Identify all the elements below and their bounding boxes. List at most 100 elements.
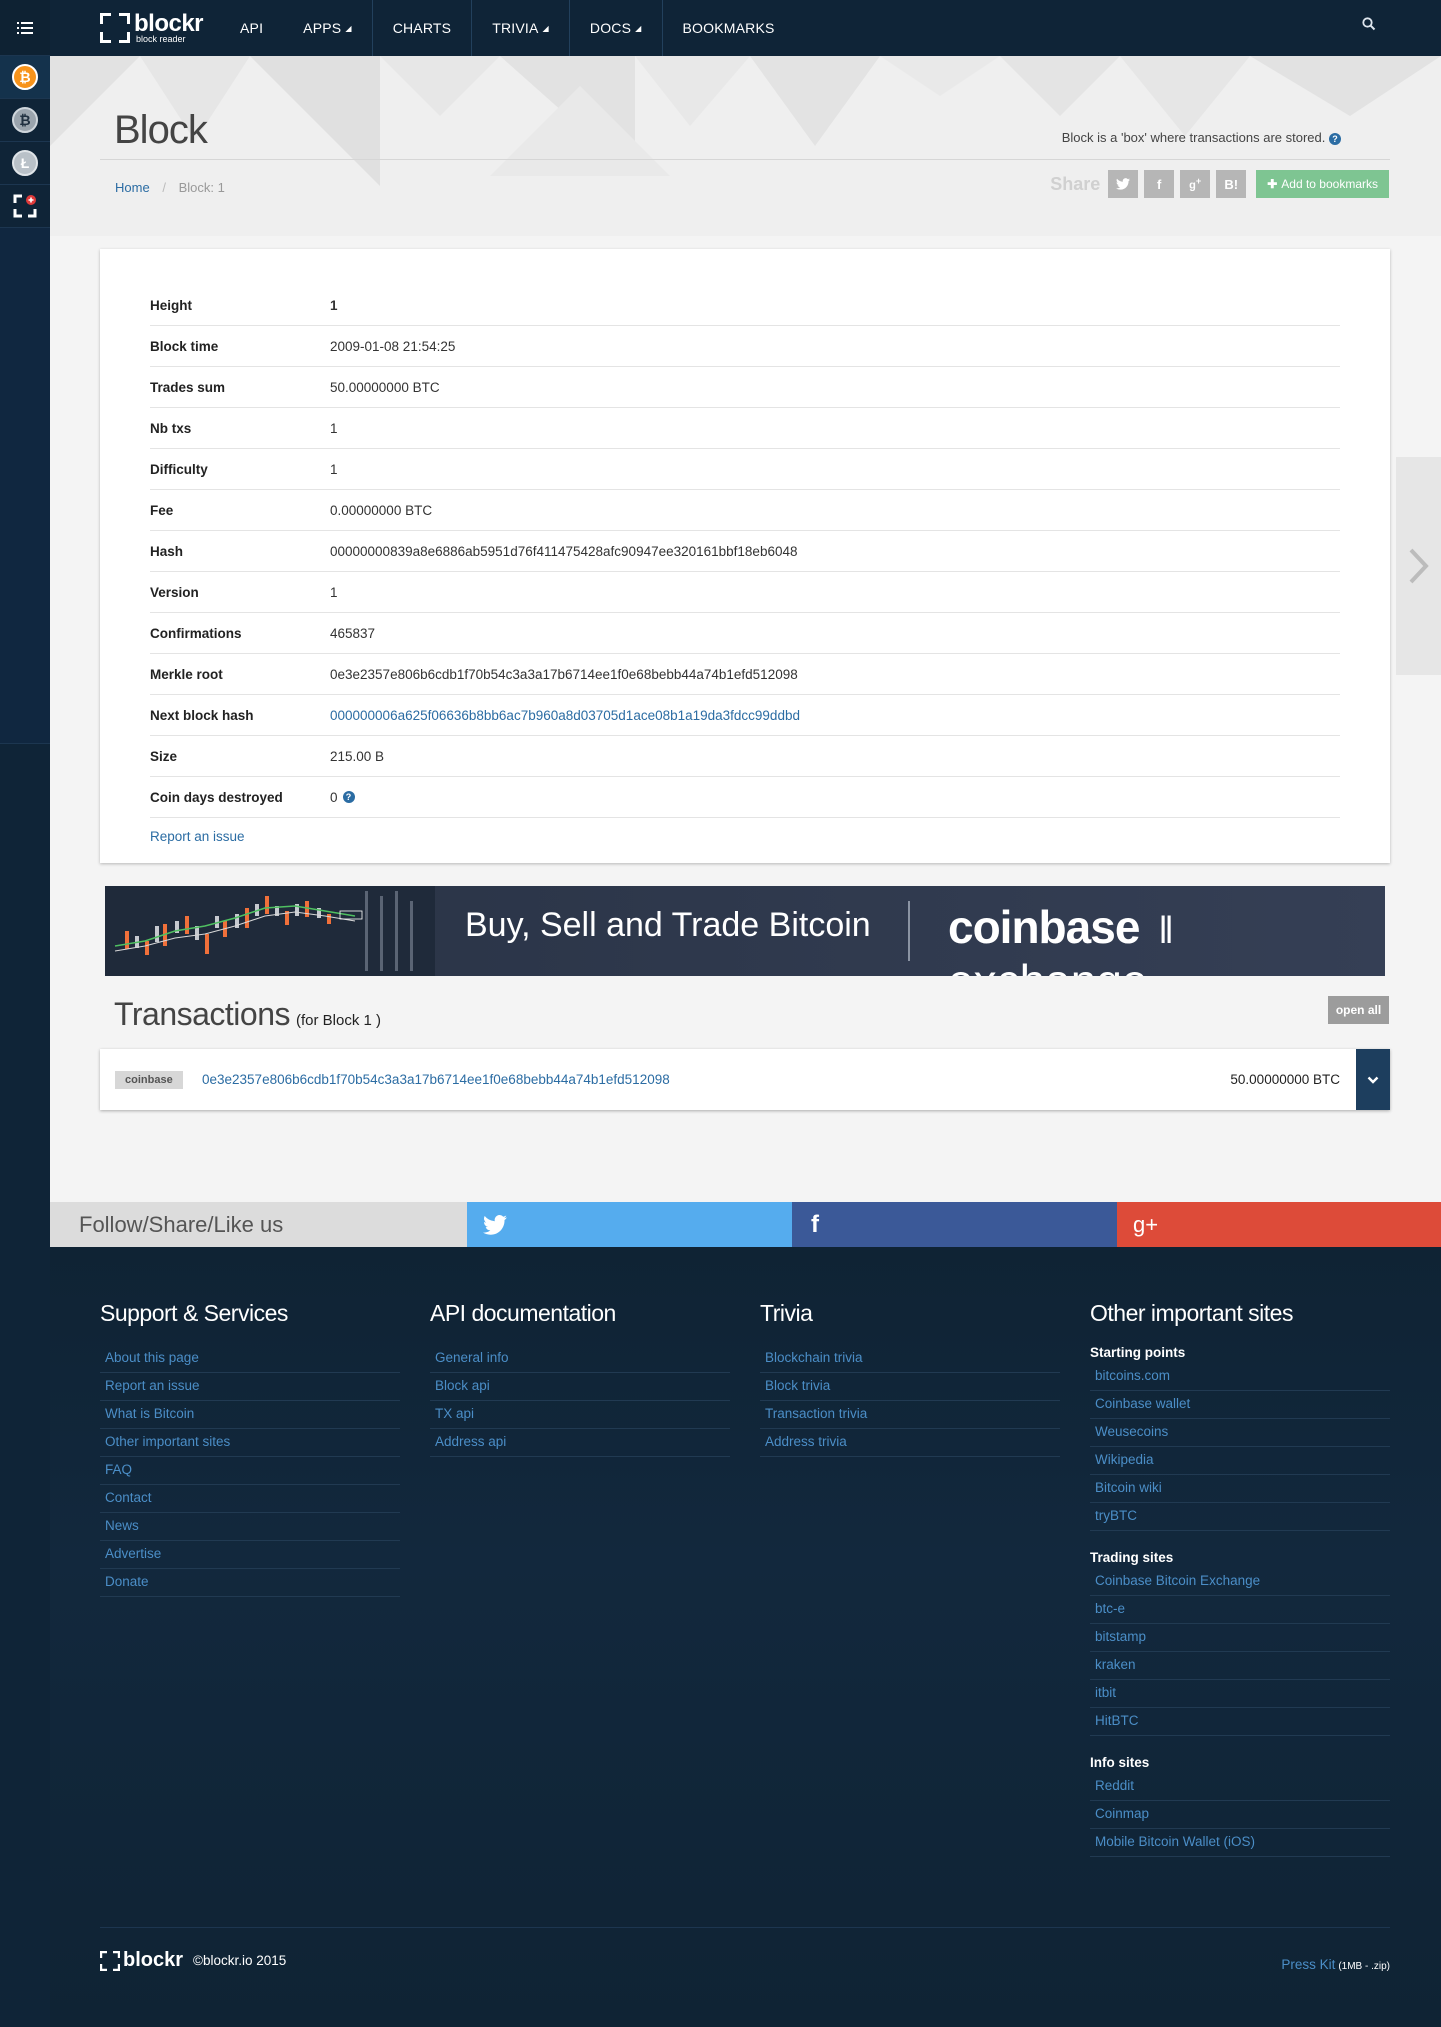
footer-link[interactable]: Weusecoins bbox=[1090, 1419, 1390, 1447]
share-facebook-button[interactable]: f bbox=[1144, 170, 1175, 198]
sidebar-menu-button[interactable] bbox=[0, 0, 50, 56]
transaction-amount: 50.00000000 BTC bbox=[1230, 1072, 1340, 1087]
footer-link[interactable]: Address api bbox=[430, 1429, 730, 1457]
gear-coin-icon: ₿ bbox=[12, 107, 38, 133]
share-hatena-button[interactable]: B! bbox=[1216, 170, 1247, 198]
press-kit-label: Press Kit bbox=[1281, 1957, 1336, 1972]
footer-link[interactable]: What is Bitcoin bbox=[100, 1401, 400, 1429]
nav-docs[interactable]: DOCS ◢ bbox=[570, 0, 663, 56]
sidebar-item-blockr-add[interactable] bbox=[0, 185, 50, 228]
footer-link[interactable]: Wikipedia bbox=[1090, 1447, 1390, 1475]
footer-link[interactable]: General info bbox=[430, 1345, 730, 1373]
footer-link[interactable]: FAQ bbox=[100, 1457, 400, 1485]
footer: Support & Services About this page Repor… bbox=[50, 1247, 1441, 2027]
footer-link[interactable]: Mobile Bitcoin Wallet (iOS) bbox=[1090, 1829, 1390, 1857]
footer-link[interactable]: Coinbase wallet bbox=[1090, 1391, 1390, 1419]
detail-value: 0e3e2357e806b6cdb1f70b54c3a3a17b6714ee1f… bbox=[330, 666, 798, 682]
detail-row-height: Height 1 bbox=[150, 285, 1340, 326]
facebook-like-button[interactable]: f bbox=[792, 1202, 1117, 1247]
detail-label: Block time bbox=[150, 338, 219, 354]
footer-link[interactable]: tryBTC bbox=[1090, 1503, 1390, 1531]
footer-link[interactable]: Transaction trivia bbox=[760, 1401, 1060, 1429]
nav-charts-label: CHARTS bbox=[392, 20, 452, 36]
detail-row-hash: Hash 00000000839a8e6886ab5951d76f4114754… bbox=[150, 531, 1340, 572]
detail-label: Version bbox=[150, 584, 199, 600]
coinbase-ad-banner[interactable]: Buy, Sell and Trade Bitcoin coinbase ‖ e… bbox=[105, 886, 1385, 976]
transaction-type-badge: coinbase bbox=[115, 1071, 183, 1089]
list-icon bbox=[17, 21, 33, 34]
next-block-button[interactable] bbox=[1396, 457, 1441, 675]
detail-label: Hash bbox=[150, 543, 184, 559]
footer-logo[interactable]: blockr ©blockr.io 2015 bbox=[100, 1949, 286, 1972]
footer-link[interactable]: Other important sites bbox=[100, 1429, 400, 1457]
detail-label: Coin days destroyed bbox=[150, 789, 283, 805]
footer-link[interactable]: Address trivia bbox=[760, 1429, 1060, 1457]
google-plus-button[interactable]: g+ bbox=[1117, 1202, 1441, 1247]
open-all-button[interactable]: open all bbox=[1328, 996, 1389, 1024]
footer-link[interactable]: Coinbase Bitcoin Exchange bbox=[1090, 1568, 1390, 1596]
footer-link[interactable]: bitcoins.com bbox=[1090, 1363, 1390, 1391]
footer-link[interactable]: Report an issue bbox=[100, 1373, 400, 1401]
detail-row-size: Size 215.00 B bbox=[150, 736, 1340, 777]
nav-bookmarks[interactable]: BOOKMARKS bbox=[663, 0, 795, 56]
footer-link[interactable]: Advertise bbox=[100, 1541, 400, 1569]
footer-link[interactable]: kraken bbox=[1090, 1652, 1390, 1680]
detail-row-coin-days-destroyed: Coin days destroyed 0 ? bbox=[150, 777, 1340, 818]
footer-link[interactable]: HitBTC bbox=[1090, 1708, 1390, 1736]
share-twitter-button[interactable] bbox=[1108, 170, 1139, 198]
press-kit-link[interactable]: Press Kit (1MB - .zip) bbox=[1281, 1957, 1390, 1972]
nav-trivia[interactable]: TRIVIA ◢ bbox=[472, 0, 570, 56]
sidebar-item-litecoin[interactable]: Ł bbox=[0, 142, 50, 185]
breadcrumb-home[interactable]: Home bbox=[115, 180, 150, 195]
nav-charts[interactable]: CHARTS bbox=[373, 0, 473, 56]
google-plus-icon: g+ bbox=[1189, 176, 1202, 192]
footer-link[interactable]: btc-e bbox=[1090, 1596, 1390, 1624]
footer-link[interactable]: Blockchain trivia bbox=[760, 1345, 1060, 1373]
footer-link[interactable]: Contact bbox=[100, 1485, 400, 1513]
footer-link[interactable]: itbit bbox=[1090, 1680, 1390, 1708]
footer-link[interactable]: Bitcoin wiki bbox=[1090, 1475, 1390, 1503]
sidebar-item-bitcoin[interactable]: ₿ bbox=[0, 56, 50, 99]
search-button[interactable] bbox=[1362, 17, 1376, 36]
sidebar-item-gear-coin[interactable]: ₿ bbox=[0, 99, 50, 142]
report-issue-link[interactable]: Report an issue bbox=[150, 829, 245, 844]
social-bar: Follow/Share/Like us f g+ bbox=[50, 1202, 1441, 1247]
nav-apps[interactable]: APPS ◢ bbox=[283, 0, 373, 56]
breadcrumb-current: Block: 1 bbox=[178, 180, 225, 195]
add-to-bookmarks-button[interactable]: ✚ Add to bookmarks bbox=[1256, 170, 1389, 198]
footer-link[interactable]: Reddit bbox=[1090, 1773, 1390, 1801]
ad-brand-divider-icon: ‖ bbox=[1158, 910, 1174, 952]
caret-up-icon: ◢ bbox=[542, 23, 549, 33]
page-title: Block bbox=[114, 108, 208, 152]
nav-api[interactable]: API bbox=[240, 0, 283, 56]
question-icon[interactable]: ? bbox=[1329, 133, 1341, 145]
footer-link[interactable]: Block api bbox=[430, 1373, 730, 1401]
blockr-logo[interactable]: blockr block reader bbox=[50, 0, 240, 56]
chevron-down-icon bbox=[1367, 1076, 1379, 1084]
nav-bookmarks-label: BOOKMARKS bbox=[682, 20, 775, 36]
footer-link[interactable]: Coinmap bbox=[1090, 1801, 1390, 1829]
question-icon[interactable]: ? bbox=[342, 791, 355, 803]
footer-link[interactable]: bitstamp bbox=[1090, 1624, 1390, 1652]
footer-support-column: Support & Services About this page Repor… bbox=[100, 1300, 400, 1597]
triangle-pattern bbox=[50, 56, 1441, 186]
footer-link[interactable]: About this page bbox=[100, 1345, 400, 1373]
footer-link[interactable]: Block trivia bbox=[760, 1373, 1060, 1401]
left-sidebar: ₿ ₿ Ł bbox=[0, 0, 50, 2027]
google-plus-icon: g+ bbox=[1133, 1211, 1159, 1237]
twitter-follow-button[interactable] bbox=[467, 1202, 792, 1247]
transaction-expand-button[interactable] bbox=[1356, 1049, 1390, 1110]
twitter-icon bbox=[1116, 178, 1131, 190]
transaction-hash-link[interactable]: 0e3e2357e806b6cdb1f70b54c3a3a17b6714ee1f… bbox=[202, 1072, 670, 1087]
nav-apps-label: APPS bbox=[303, 20, 342, 36]
detail-label: Difficulty bbox=[150, 461, 208, 477]
footer-link[interactable]: Donate bbox=[100, 1569, 400, 1597]
page-description: Block is a 'box' where transactions are … bbox=[1062, 130, 1341, 145]
detail-value: 2009-01-08 21:54:25 bbox=[330, 338, 456, 354]
footer-link[interactable]: News bbox=[100, 1513, 400, 1541]
footer-link[interactable]: TX api bbox=[430, 1401, 730, 1429]
blockr-add-icon bbox=[13, 194, 37, 218]
detail-value: 0 bbox=[330, 789, 338, 805]
share-google-plus-button[interactable]: g+ bbox=[1180, 170, 1211, 198]
next-block-hash-link[interactable]: 000000006a625f06636b8bb6ac7b960a8d03705d… bbox=[330, 708, 800, 723]
